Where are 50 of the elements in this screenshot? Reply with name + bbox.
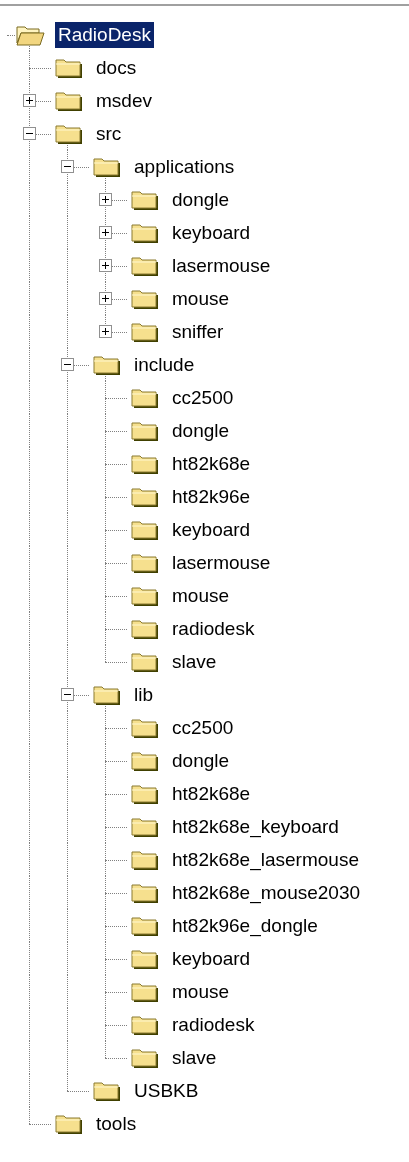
- folder-label[interactable]: mouse: [169, 582, 233, 609]
- folder-label[interactable]: include: [131, 351, 198, 378]
- folder-label[interactable]: ht82k68e: [169, 780, 254, 807]
- folder-label[interactable]: slave: [169, 1044, 220, 1071]
- folder-label[interactable]: lasermouse: [169, 549, 274, 576]
- collapse-button[interactable]: [23, 126, 36, 140]
- folder-label[interactable]: keyboard: [169, 516, 254, 543]
- folder-label[interactable]: docs: [93, 54, 140, 81]
- collapse-button[interactable]: [61, 159, 74, 173]
- folder-label[interactable]: ht82k68e_mouse2030: [169, 879, 364, 906]
- folder-label[interactable]: radiodesk: [169, 615, 258, 642]
- expand-button[interactable]: [99, 291, 112, 305]
- folder-label[interactable]: ht82k68e_lasermouse: [169, 846, 362, 873]
- expand-button[interactable]: [99, 324, 112, 338]
- folder-label[interactable]: sniffer: [169, 318, 227, 345]
- collapse-button[interactable]: [61, 357, 74, 371]
- folder-label[interactable]: cc2500: [169, 714, 237, 741]
- plus-icon: [100, 193, 111, 205]
- folder-label[interactable]: dongle: [169, 417, 233, 444]
- folder-label[interactable]: applications: [131, 153, 238, 180]
- folder-label[interactable]: keyboard: [169, 219, 254, 246]
- folder-label[interactable]: RadioDesk: [55, 21, 154, 48]
- folder-label[interactable]: dongle: [169, 747, 233, 774]
- expand-button[interactable]: [99, 225, 112, 239]
- plus-icon: [24, 94, 35, 106]
- expand-button[interactable]: [99, 192, 112, 206]
- folder-label[interactable]: cc2500: [169, 384, 237, 411]
- folder-label[interactable]: ht82k96e: [169, 483, 254, 510]
- plus-icon: [100, 325, 111, 337]
- plus-icon: [100, 226, 111, 238]
- folder-label[interactable]: lib: [131, 681, 156, 708]
- folder-label[interactable]: lasermouse: [169, 252, 274, 279]
- folder-label[interactable]: mouse: [169, 285, 233, 312]
- folder-label[interactable]: ht82k96e_dongle: [169, 912, 321, 939]
- expand-button[interactable]: [23, 93, 36, 107]
- folder-label[interactable]: ht82k68e: [169, 450, 254, 477]
- folder-label[interactable]: radiodesk: [169, 1011, 258, 1038]
- folder-label[interactable]: ht82k68e_keyboard: [169, 813, 342, 840]
- folder-label[interactable]: src: [93, 120, 125, 147]
- folder-label[interactable]: msdev: [93, 87, 155, 114]
- collapse-button[interactable]: [61, 687, 74, 701]
- folder-label[interactable]: USBKB: [131, 1077, 202, 1104]
- plus-icon: [100, 259, 111, 271]
- folder-label[interactable]: keyboard: [169, 945, 254, 972]
- folder-label[interactable]: dongle: [169, 186, 233, 213]
- expand-button[interactable]: [99, 258, 112, 272]
- plus-icon: [100, 292, 111, 304]
- folder-label[interactable]: mouse: [169, 978, 233, 1005]
- folder-label[interactable]: tools: [93, 1110, 140, 1137]
- folder-label[interactable]: slave: [169, 648, 220, 675]
